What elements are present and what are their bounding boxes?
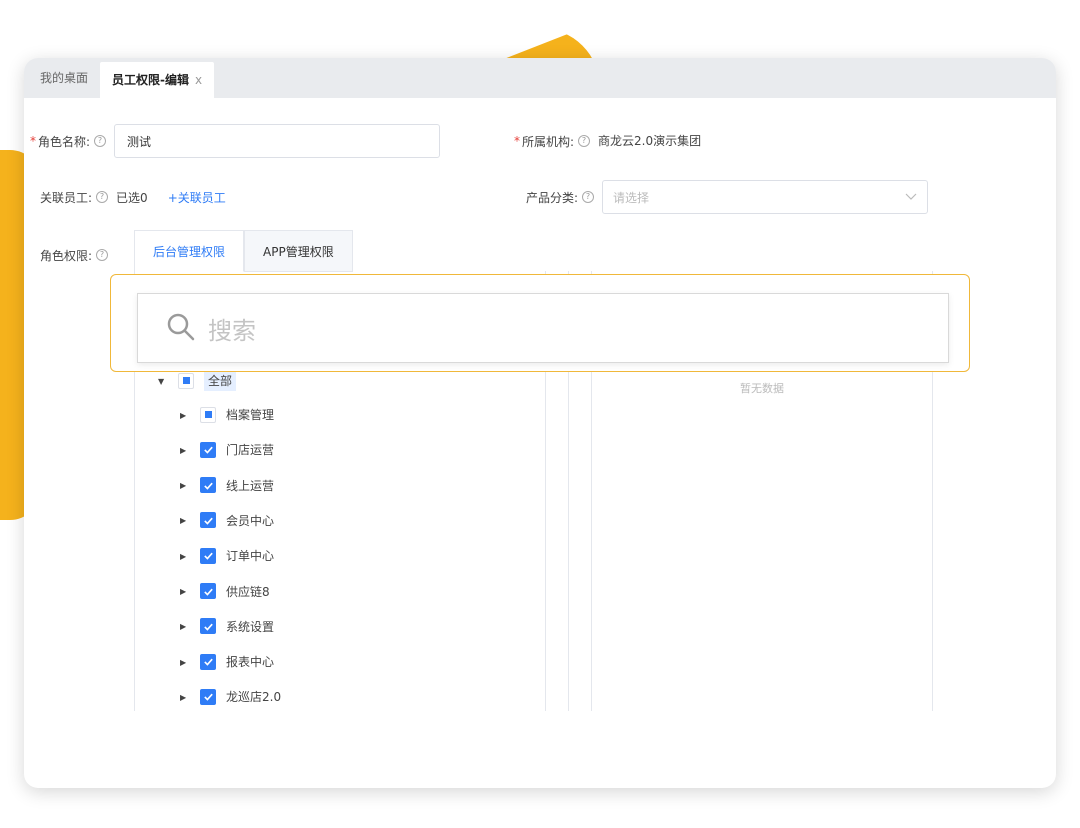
tree-item-label: 系统设置: [226, 619, 275, 634]
permission-label: 角色权限:: [40, 248, 93, 263]
tab-desktop[interactable]: 我的桌面: [28, 58, 100, 98]
search-placeholder: 搜索: [208, 316, 256, 345]
tree-root[interactable]: ▼ 全部: [158, 370, 237, 391]
tree-item-label: 门店运营: [226, 443, 275, 458]
caret-right-icon[interactable]: ▶: [180, 481, 188, 490]
caret-down-icon[interactable]: ▼: [158, 377, 166, 386]
role-name-row: * 角色名称: ? 测试: [30, 124, 441, 158]
help-icon[interactable]: ?: [96, 249, 109, 261]
add-staff-link[interactable]: +关联员工: [168, 189, 226, 206]
staff-row: 关联员工: ? 已选0 +关联员工: [40, 180, 226, 214]
tree-item-label: 报表中心: [226, 655, 275, 670]
tree-item-label: 龙巡店2.0: [226, 690, 282, 705]
tab-backend-permission[interactable]: 后台管理权限: [134, 230, 245, 272]
role-name-label: 角色名称:: [38, 134, 91, 149]
caret-right-icon[interactable]: ▶: [180, 658, 188, 667]
tree-item-label: 会员中心: [226, 513, 275, 528]
category-row: 产品分类: ? 请选择: [526, 180, 929, 214]
help-icon[interactable]: ?: [578, 135, 591, 147]
role-name-value: 测试: [127, 134, 152, 149]
help-icon[interactable]: ?: [96, 191, 109, 203]
tree-root-label: 全部: [204, 370, 237, 391]
tree-item[interactable]: ▶ 线上运营: [180, 477, 274, 494]
checkbox-partial[interactable]: [178, 372, 194, 389]
tab-staff-permission-edit[interactable]: 员工权限-编辑 x: [100, 62, 215, 98]
tree-item-label: 订单中心: [226, 549, 275, 564]
checkbox-checked[interactable]: [200, 618, 216, 635]
caret-right-icon[interactable]: ▶: [180, 587, 188, 596]
tree-item[interactable]: ▶ 报表中心: [180, 653, 274, 670]
org-value: 商龙云2.0演示集团: [598, 134, 702, 148]
close-icon[interactable]: x: [195, 73, 202, 87]
org-label: 所属机构:: [522, 134, 575, 149]
permission-tabs: 后台管理权限 APP管理权限: [134, 230, 353, 272]
checkbox-checked[interactable]: [200, 653, 216, 670]
tree-item[interactable]: ▶ 供应链8: [180, 583, 270, 600]
tree-item[interactable]: ▶ 门店运营: [180, 441, 274, 458]
tab-app-permission[interactable]: APP管理权限: [244, 230, 353, 272]
required-mark: *: [30, 134, 36, 148]
checkbox-partial[interactable]: [200, 406, 216, 423]
staff-label: 关联员工:: [40, 190, 93, 205]
tab-label: 员工权限-编辑: [112, 73, 189, 87]
tree-item[interactable]: ▶ 档案管理: [180, 406, 274, 423]
checkbox-checked[interactable]: [200, 441, 216, 458]
caret-right-icon[interactable]: ▶: [180, 516, 188, 525]
checkbox-checked[interactable]: [200, 688, 216, 705]
checkbox-checked[interactable]: [200, 477, 216, 494]
help-icon[interactable]: ?: [582, 191, 595, 203]
tree-item-label: 供应链8: [226, 584, 270, 599]
app-window: 我的桌面 员工权限-编辑 x * 角色名称: ? 测试 * 所属机构: ? 商龙云…: [24, 58, 1056, 788]
help-icon[interactable]: ?: [94, 135, 107, 147]
tree-item[interactable]: ▶ 订单中心: [180, 547, 274, 564]
tab-bar: 我的桌面 员工权限-编辑 x: [24, 58, 1056, 98]
caret-right-icon[interactable]: ▶: [180, 552, 188, 561]
category-placeholder: 请选择: [613, 190, 650, 205]
empty-state-text: 暂无数据: [740, 382, 784, 395]
caret-right-icon[interactable]: ▶: [180, 693, 188, 702]
search-input[interactable]: 搜索: [137, 293, 949, 363]
tree-item-label: 线上运营: [226, 478, 275, 493]
search-highlight-frame: 搜索: [110, 274, 970, 372]
tree-item-label: 档案管理: [226, 408, 275, 422]
tree-item[interactable]: ▶ 会员中心: [180, 512, 274, 529]
caret-right-icon[interactable]: ▶: [180, 446, 188, 455]
category-label: 产品分类:: [526, 190, 579, 205]
category-select[interactable]: 请选择: [602, 180, 929, 214]
tree-item[interactable]: ▶ 系统设置: [180, 618, 274, 635]
chevron-down-icon: [905, 190, 917, 204]
required-mark: *: [514, 134, 520, 148]
role-name-input[interactable]: 测试: [114, 124, 441, 158]
caret-right-icon[interactable]: ▶: [180, 622, 188, 631]
checkbox-checked[interactable]: [200, 547, 216, 564]
permission-row: 角色权限: ?: [40, 238, 116, 272]
caret-right-icon[interactable]: ▶: [180, 411, 188, 420]
org-row: * 所属机构: ? 商龙云2.0演示集团: [514, 124, 701, 158]
checkbox-checked[interactable]: [200, 512, 216, 529]
search-icon: [166, 312, 196, 345]
staff-selected: 已选0: [116, 190, 148, 205]
checkbox-checked[interactable]: [200, 583, 216, 599]
tree-item[interactable]: ▶ 龙巡店2.0: [180, 688, 281, 705]
